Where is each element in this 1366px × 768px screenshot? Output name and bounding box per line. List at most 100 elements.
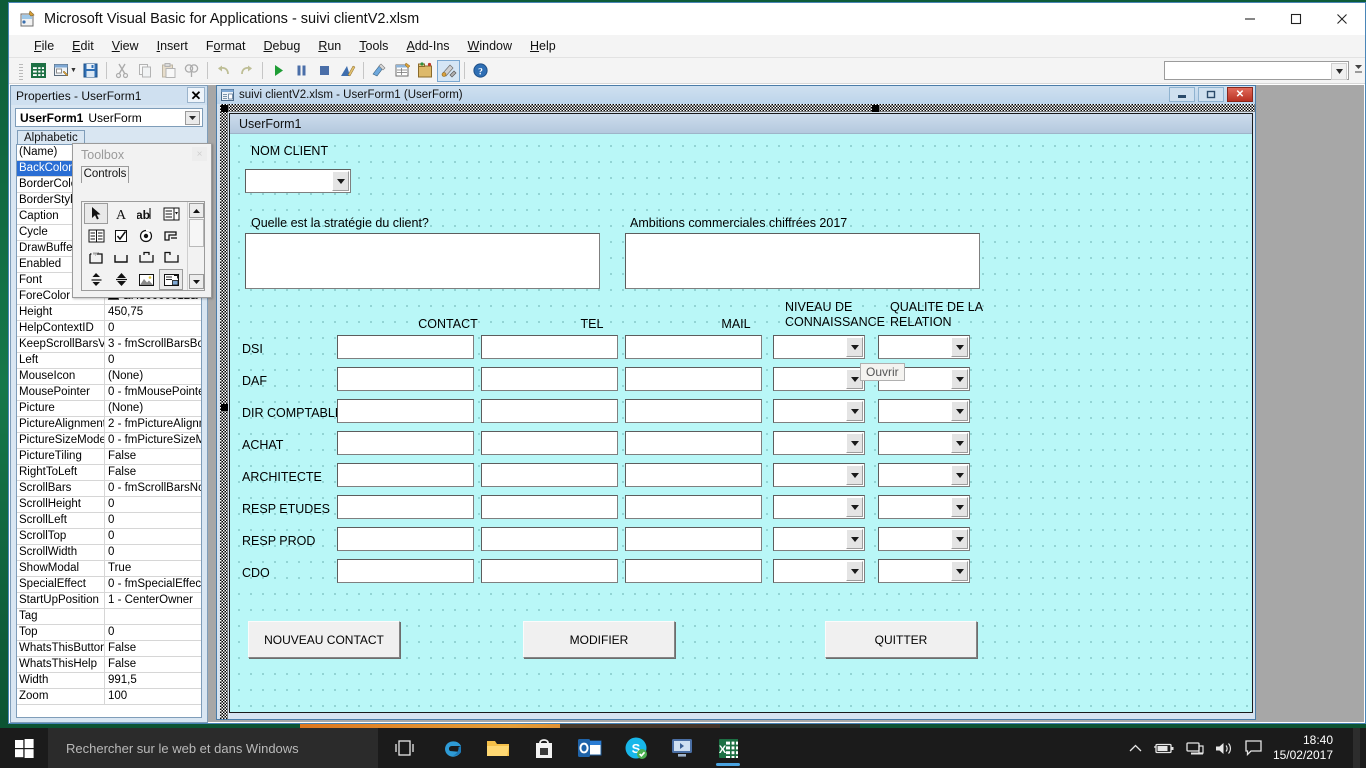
chevron-down-icon[interactable] <box>951 337 968 357</box>
properties-object-combo[interactable]: UserForm1 UserForm <box>15 108 203 127</box>
resize-handle[interactable] <box>221 105 228 112</box>
chevron-down-icon[interactable] <box>951 497 968 517</box>
chevron-down-icon[interactable] <box>951 529 968 549</box>
reset-icon[interactable] <box>313 60 336 82</box>
chevron-down-icon[interactable] <box>846 497 863 517</box>
remote-desktop-icon[interactable] <box>660 728 704 768</box>
tabstrip-icon[interactable] <box>134 247 158 268</box>
help-icon[interactable]: ? <box>469 60 492 82</box>
textbox-icon[interactable]: ab <box>134 203 158 224</box>
combobox-niveau[interactable] <box>773 527 865 551</box>
insert-userform-icon[interactable] <box>50 60 73 82</box>
property-row[interactable]: MouseIcon (None) <box>17 369 201 385</box>
textbox-mail[interactable] <box>625 463 762 487</box>
chevron-down-icon[interactable] <box>846 465 863 485</box>
menu-addins[interactable]: Add-Ins <box>397 37 458 55</box>
property-row[interactable]: StartUpPosition 1 - CenterOwner <box>17 593 201 609</box>
search-input[interactable]: Rechercher sur le web et dans Windows <box>48 728 378 768</box>
combobox-icon[interactable] <box>159 203 183 224</box>
property-value[interactable]: (None) <box>105 401 201 416</box>
run-icon[interactable] <box>267 60 290 82</box>
property-value[interactable]: 0 <box>105 513 201 528</box>
textbox-mail[interactable] <box>625 495 762 519</box>
property-row[interactable]: WhatsThisButton False <box>17 641 201 657</box>
property-row[interactable]: Picture (None) <box>17 401 201 417</box>
property-row[interactable]: ScrollWidth 0 <box>17 545 201 561</box>
chevron-down-icon[interactable] <box>846 337 863 357</box>
chevron-down-icon[interactable] <box>332 171 349 191</box>
chevron-down-icon[interactable] <box>846 561 863 581</box>
textbox-mail[interactable] <box>625 367 762 391</box>
save-icon[interactable] <box>79 60 102 82</box>
combobox-qualite[interactable] <box>878 527 970 551</box>
scrollbar-icon[interactable] <box>84 269 108 290</box>
menu-file[interactable]: File <box>25 37 63 55</box>
menu-run[interactable]: Run <box>309 37 350 55</box>
combobox-qualite[interactable] <box>878 399 970 423</box>
property-value[interactable]: 0 <box>105 545 201 560</box>
scroll-up-icon[interactable] <box>189 203 204 218</box>
property-value[interactable]: 1 - CenterOwner <box>105 593 201 608</box>
edge-icon[interactable] <box>430 728 474 768</box>
resize-handle[interactable] <box>872 105 879 112</box>
combobox-qualite[interactable] <box>878 463 970 487</box>
design-mode-icon[interactable] <box>336 60 359 82</box>
textbox-tel[interactable] <box>481 527 618 551</box>
property-row[interactable]: WhatsThisHelp False <box>17 657 201 673</box>
property-row[interactable]: Zoom 100 <box>17 689 201 705</box>
property-row[interactable]: ShowModal True <box>17 561 201 577</box>
combobox-qualite[interactable] <box>878 431 970 455</box>
close-icon[interactable]: ✕ <box>1227 87 1253 102</box>
toolbox-tab-controls[interactable]: Controls <box>81 166 129 183</box>
property-value[interactable]: False <box>105 641 201 656</box>
textbox-mail[interactable] <box>625 399 762 423</box>
frame-icon[interactable]: xyz <box>84 247 108 268</box>
resize-handle[interactable] <box>221 404 228 411</box>
property-row[interactable]: ScrollBars0 - fmScrollBarsNone <box>17 481 201 497</box>
property-row[interactable]: HelpContextID 0 <box>17 321 201 337</box>
property-row[interactable]: KeepScrollBarsVisible3 - fmScrollBarsBot… <box>17 337 201 353</box>
project-explorer-icon[interactable] <box>368 60 391 82</box>
volume-icon[interactable] <box>1215 741 1234 756</box>
textbox-contact[interactable] <box>337 463 474 487</box>
taskbar-clock[interactable]: 18:40 15/02/2017 <box>1273 733 1342 763</box>
textbox-tel[interactable] <box>481 463 618 487</box>
property-value[interactable]: 0 <box>105 321 201 336</box>
combobox-niveau[interactable] <box>773 495 865 519</box>
chevron-down-icon[interactable] <box>185 111 200 125</box>
chevron-down-icon[interactable] <box>951 561 968 581</box>
textbox-tel[interactable] <box>481 431 618 455</box>
chevron-down-icon[interactable] <box>846 529 863 549</box>
button-quitter[interactable]: QUITTER <box>825 621 977 658</box>
property-row[interactable]: ScrollTop 0 <box>17 529 201 545</box>
store-icon[interactable] <box>522 728 566 768</box>
close-icon[interactable] <box>1319 3 1365 35</box>
chevron-down-icon[interactable] <box>951 369 968 389</box>
togglebutton-icon[interactable] <box>159 225 183 246</box>
property-row[interactable]: Tag <box>17 609 201 625</box>
textbox-contact[interactable] <box>337 335 474 359</box>
windows-logo-icon[interactable] <box>0 728 48 768</box>
combobox-niveau[interactable] <box>773 431 865 455</box>
property-value[interactable]: False <box>105 657 201 672</box>
textbox-contact[interactable] <box>337 367 474 391</box>
scrollbar-thumb[interactable] <box>189 219 204 247</box>
property-value[interactable]: 0 <box>105 497 201 512</box>
property-value[interactable]: 0 - fmPictureSizeModeClip <box>105 433 201 448</box>
textbox-tel[interactable] <box>481 335 618 359</box>
toolbox-icon[interactable] <box>436 59 460 82</box>
textbox-contact[interactable] <box>337 527 474 551</box>
combobox-qualite[interactable] <box>878 335 970 359</box>
scroll-down-icon[interactable] <box>189 274 204 289</box>
property-row[interactable]: RightToLeft False <box>17 465 201 481</box>
commandbutton-icon[interactable] <box>109 247 133 268</box>
image-icon[interactable] <box>134 269 158 290</box>
combobox-niveau[interactable] <box>773 559 865 583</box>
property-row[interactable]: PictureSizeMode0 - fmPictureSizeModeClip <box>17 433 201 449</box>
menu-format[interactable]: Format <box>197 37 255 55</box>
toolbox-scrollbar[interactable] <box>187 202 204 290</box>
properties-window-icon[interactable] <box>391 60 414 82</box>
textbox-strategie[interactable] <box>245 233 600 289</box>
menu-edit[interactable]: Edit <box>63 37 103 55</box>
menu-tools[interactable]: Tools <box>350 37 397 55</box>
